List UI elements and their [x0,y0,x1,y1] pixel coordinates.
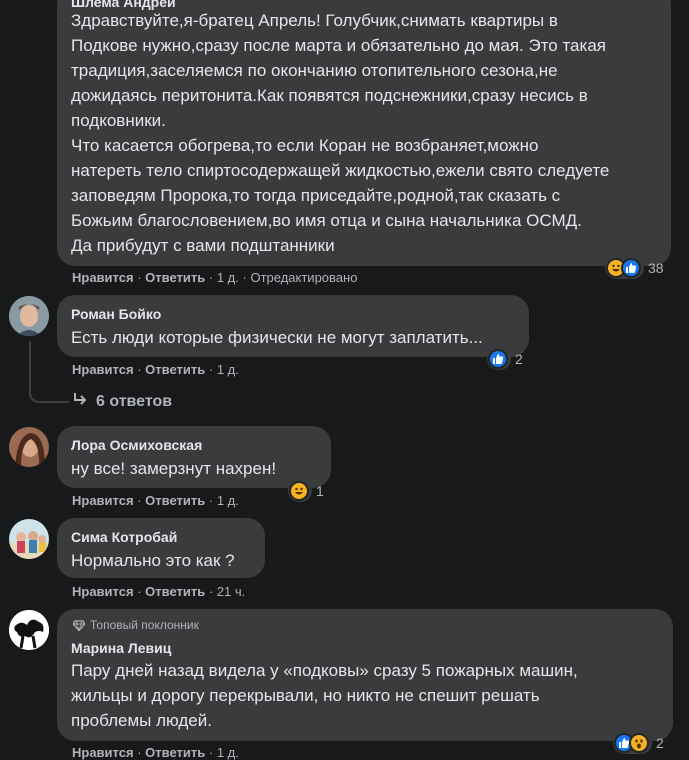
reaction-summary[interactable]: 38 [605,257,664,279]
reaction-summary[interactable]: 2 [613,732,664,754]
reply-link[interactable]: Ответить [145,362,205,377]
haha-emoji-icon [289,481,309,501]
comment-text: Здравствуйте,я-братец Апрель! Голубчик,с… [71,11,610,255]
comment-bubble: Лора Осмиховская ну все! замерзнут нахре… [57,426,331,488]
comment-actions: Нравится · Ответить · 1 д. [72,745,239,760]
comment-actions: Нравится · Ответить · 1 д. [72,362,239,377]
comment-bubble: Сима Котробай Нормально это как ? [57,518,265,578]
reply-arrow-icon [72,391,88,412]
comment-time[interactable]: 1 д. [217,745,239,760]
reaction-summary[interactable]: 2 [487,348,523,370]
like-link[interactable]: Нравится [72,362,134,377]
avatar[interactable] [9,427,49,467]
reaction-count: 2 [656,735,664,751]
comment-time[interactable]: 1 д. [217,493,239,508]
comment-time[interactable]: 1 д. [217,270,239,285]
like-link[interactable]: Нравится [72,270,134,285]
reaction-count: 1 [316,483,324,499]
comment-text: Нормально это как ? [71,551,235,570]
wow-emoji-icon [629,733,649,753]
comment-text: ну все! замерзнут нахрен! [71,459,277,478]
reply-link[interactable]: Ответить [145,493,205,508]
diamond-icon [73,619,85,631]
comment-actions: Нравится · Ответить · 21 ч. [72,584,246,599]
comment-time[interactable]: 1 д. [217,362,239,377]
like-link[interactable]: Нравится [72,493,134,508]
comment-author[interactable]: Роман Бойко [71,306,161,322]
comment-bubble: Роман Бойко Есть люди которые физически … [57,295,529,357]
reaction-count: 38 [648,260,664,276]
comment-time[interactable]: 21 ч. [217,584,245,599]
reply-link[interactable]: Ответить [145,270,205,285]
top-fan-badge: Топовый поклонник [73,618,199,632]
reply-link[interactable]: Ответить [145,584,205,599]
like-icon [621,258,641,278]
reply-link[interactable]: Ответить [145,745,205,760]
edited-label: Отредактировано [250,270,358,285]
avatar[interactable] [9,296,49,336]
reaction-count: 2 [515,351,523,367]
comment-author[interactable]: Лора Осмиховская [71,437,202,453]
like-icon [488,349,508,369]
comment-bubble: Топовый поклонник Марина Левиц Пару дней… [57,609,673,741]
comment-actions: Нравится · Ответить · 1 д. · Отредактиро… [72,270,358,285]
avatar[interactable] [9,519,49,559]
comment-actions: Нравится · Ответить · 1 д. [72,493,239,508]
view-replies-link[interactable]: 6 ответов [72,391,172,412]
reaction-summary[interactable]: 1 [288,480,324,502]
comment-text: Есть люди которые физически не могут зап… [71,328,483,347]
avatar[interactable] [9,610,49,650]
comment-bubble: Шлема Андрей Здравствуйте,я-братец Апрел… [57,0,671,266]
like-link[interactable]: Нравится [72,745,134,760]
comment-text: Пару дней назад видела у «подковы» сразу… [71,661,578,730]
like-link[interactable]: Нравится [72,584,134,599]
comment-author[interactable]: Сима Котробай [71,529,177,545]
comment-author[interactable]: Марина Левиц [71,640,171,656]
